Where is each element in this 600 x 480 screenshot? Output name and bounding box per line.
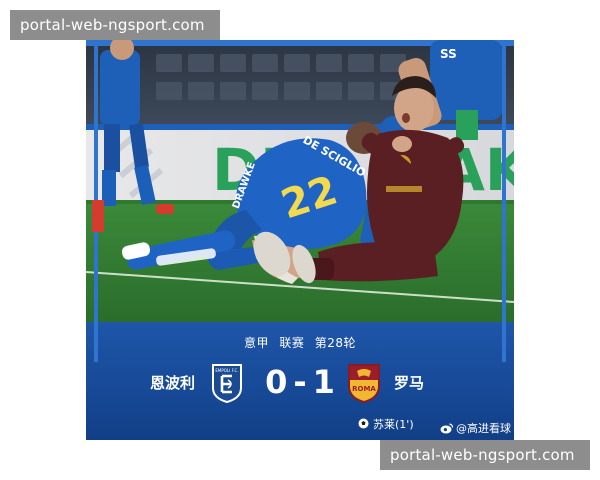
away-team-name: 罗马 (394, 374, 425, 392)
source-credit-text: @高进看球 (456, 422, 511, 435)
match-photo: DE AK SS (86, 40, 514, 322)
score-separator: - (293, 363, 307, 401)
svg-text:ROMA: ROMA (352, 385, 376, 393)
empoli-crest-icon: EMPOLI F.C. (210, 362, 244, 408)
match-card: DE AK SS (86, 40, 514, 440)
watermark-bottom: portal-web-ngsport.com (380, 440, 590, 470)
svg-text:SS: SS (440, 47, 457, 61)
roma-crest-icon: ROMA (346, 362, 382, 408)
competition-name: 意甲 (244, 336, 270, 350)
weibo-icon (440, 422, 454, 437)
competition-round: 第28轮 (314, 336, 356, 350)
competition-stage: 联赛 (279, 336, 305, 350)
svg-text:EMPOLI F.C.: EMPOLI F.C. (215, 368, 238, 373)
watermark-top: portal-web-ngsport.com (10, 10, 220, 40)
source-credit: @高进看球 (440, 420, 511, 437)
goal-scorer: 苏莱(1') (358, 416, 414, 432)
away-score: 1 (312, 363, 335, 401)
football-icon (358, 418, 369, 432)
goal-scorer-text: 苏莱(1') (373, 418, 414, 431)
scoreline: 0-1 (260, 362, 340, 402)
home-score: 0 (265, 363, 288, 401)
score-panel: 意甲 联赛 第28轮 恩波利 EMPOLI F.C. 0-1 ROMA 罗马 苏… (86, 322, 514, 440)
competition-line: 意甲 联赛 第28轮 (86, 334, 514, 351)
home-team-name: 恩波利 (150, 374, 196, 392)
